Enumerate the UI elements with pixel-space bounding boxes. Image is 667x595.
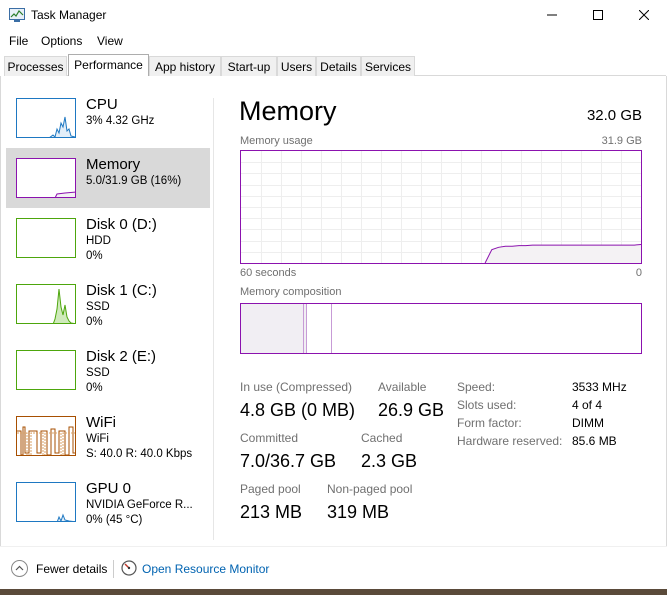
sidebar-item-wifi[interactable]: WiFi WiFi S: 40.0 R: 40.0 Kbps xyxy=(6,406,210,466)
committed-value: 7.0/36.7 GB xyxy=(240,451,337,471)
memory-usage-max: 31.9 GB xyxy=(601,135,642,147)
nonpaged-pool-label: Non-paged pool xyxy=(327,482,413,496)
fewer-details-button[interactable] xyxy=(11,560,28,577)
paged-pool-label: Paged pool xyxy=(240,482,301,496)
wifi-type: WiFi xyxy=(86,433,109,445)
tab-performance[interactable]: Performance xyxy=(68,54,149,76)
cpu-usage-text: 3% 4.32 GHz xyxy=(86,115,155,127)
cached-label: Cached xyxy=(361,431,403,445)
tab-details[interactable]: Details xyxy=(316,56,361,76)
graph-time-right: 0 xyxy=(635,267,642,279)
form-factor-value: DIMM xyxy=(572,416,604,430)
gpu0-model: NVIDIA GeForce R... xyxy=(86,499,193,511)
disk2-usage: 0% xyxy=(86,382,103,394)
cpu-thumbnail xyxy=(16,98,76,138)
composition-in-use xyxy=(241,304,303,353)
menu-bar: File Options View xyxy=(0,31,667,51)
sidebar-item-disk1[interactable]: Disk 1 (C:) SSD 0% xyxy=(6,274,210,334)
disk1-type: SSD xyxy=(86,301,110,313)
graph-time-left: 60 seconds xyxy=(240,267,297,279)
sidebar-item-gpu0[interactable]: GPU 0 NVIDIA GeForce R... 0% (45 °C) xyxy=(6,472,210,532)
resource-monitor-icon[interactable] xyxy=(121,560,137,576)
minimize-icon xyxy=(547,14,557,16)
disk0-usage: 0% xyxy=(86,250,103,262)
window-title: Task Manager xyxy=(31,8,107,22)
disk0-title: Disk 0 (D:) xyxy=(86,216,157,233)
composition-standby xyxy=(307,304,331,353)
task-manager-icon xyxy=(9,8,25,22)
memory-sidebar-title: Memory xyxy=(86,156,141,173)
in-use-value: 4.8 GB (0 MB) xyxy=(240,400,356,420)
close-icon xyxy=(639,10,649,20)
disk1-title: Disk 1 (C:) xyxy=(86,282,157,299)
disk1-thumbnail xyxy=(16,284,76,324)
paged-pool-value: 213 MB xyxy=(240,502,303,522)
disk1-usage: 0% xyxy=(86,316,103,328)
sidebar-item-cpu[interactable]: CPU 3% 4.32 GHz xyxy=(6,88,210,148)
desktop-strip xyxy=(0,589,667,595)
fewer-details-link[interactable]: Fewer details xyxy=(36,562,107,576)
memory-composition-label: Memory composition xyxy=(240,286,342,298)
cpu-title: CPU xyxy=(86,96,118,113)
title-bar: Task Manager xyxy=(0,0,667,31)
form-factor-label: Form factor: xyxy=(457,416,522,430)
memory-composition-bar xyxy=(240,303,642,354)
speed-value: 3533 MHz xyxy=(572,380,627,394)
maximize-button[interactable] xyxy=(575,0,621,31)
available-label: Available xyxy=(378,380,427,394)
in-use-label: In use (Compressed) xyxy=(240,380,353,394)
memory-usage-label: Memory usage xyxy=(240,135,313,147)
composition-modified xyxy=(304,304,306,353)
sidebar-divider xyxy=(213,98,214,540)
tab-app-history[interactable]: App history xyxy=(149,56,221,76)
sidebar-item-memory[interactable]: Memory 5.0/31.9 GB (16%) xyxy=(6,148,210,208)
disk2-type: SSD xyxy=(86,367,110,379)
committed-label: Committed xyxy=(240,431,299,445)
usage-area xyxy=(485,244,641,263)
gpu0-usage: 0% (45 °C) xyxy=(86,514,143,526)
disk2-thumbnail xyxy=(16,350,76,390)
open-resource-monitor-link[interactable]: Open Resource Monitor xyxy=(142,562,269,576)
tab-processes[interactable]: Processes xyxy=(4,56,67,76)
tab-users[interactable]: Users xyxy=(277,56,316,76)
slots-label: Slots used: xyxy=(457,398,517,412)
maximize-icon xyxy=(593,10,603,20)
wifi-thumbnail xyxy=(16,416,76,456)
memory-usage-graph xyxy=(240,150,642,264)
memory-usage-chart xyxy=(241,151,641,263)
sidebar-item-disk2[interactable]: Disk 2 (E:) SSD 0% xyxy=(6,340,210,400)
tab-strip: Processes Performance App history Start-… xyxy=(4,54,664,76)
page-title: Memory xyxy=(239,96,337,126)
disk0-thumbnail xyxy=(16,218,76,258)
memory-total: 32.0 GB xyxy=(586,107,642,124)
menu-file[interactable]: File xyxy=(9,34,28,48)
speed-label: Speed: xyxy=(457,380,496,394)
hw-reserved-label: Hardware reserved: xyxy=(457,434,563,448)
memory-thumbnail xyxy=(16,158,76,198)
hw-reserved-value: 85.6 MB xyxy=(572,434,617,448)
tab-services[interactable]: Services xyxy=(361,56,415,76)
cached-value: 2.3 GB xyxy=(361,451,418,471)
tab-startup[interactable]: Start-up xyxy=(221,56,277,76)
disk2-title: Disk 2 (E:) xyxy=(86,348,157,365)
wifi-throughput: S: 40.0 R: 40.0 Kbps xyxy=(86,448,193,460)
slots-value: 4 of 4 xyxy=(572,398,603,412)
chevron-up-icon xyxy=(15,565,24,571)
menu-options[interactable]: Options xyxy=(41,34,82,48)
disk0-type: HDD xyxy=(86,235,111,247)
gpu0-thumbnail xyxy=(16,482,76,522)
nonpaged-pool-value: 319 MB xyxy=(327,502,390,522)
available-value: 26.9 GB xyxy=(378,400,445,420)
close-button[interactable] xyxy=(621,0,667,31)
menu-view[interactable]: View xyxy=(97,34,123,48)
footer-separator xyxy=(113,560,114,578)
memory-sidebar-usage: 5.0/31.9 GB (16%) xyxy=(86,175,182,187)
footer-bar: Fewer details Open Resource Monitor xyxy=(0,546,667,595)
sidebar-item-disk0[interactable]: Disk 0 (D:) HDD 0% xyxy=(6,208,210,268)
minimize-button[interactable] xyxy=(529,0,575,31)
wifi-title: WiFi xyxy=(86,414,116,431)
gpu0-title: GPU 0 xyxy=(86,480,132,497)
